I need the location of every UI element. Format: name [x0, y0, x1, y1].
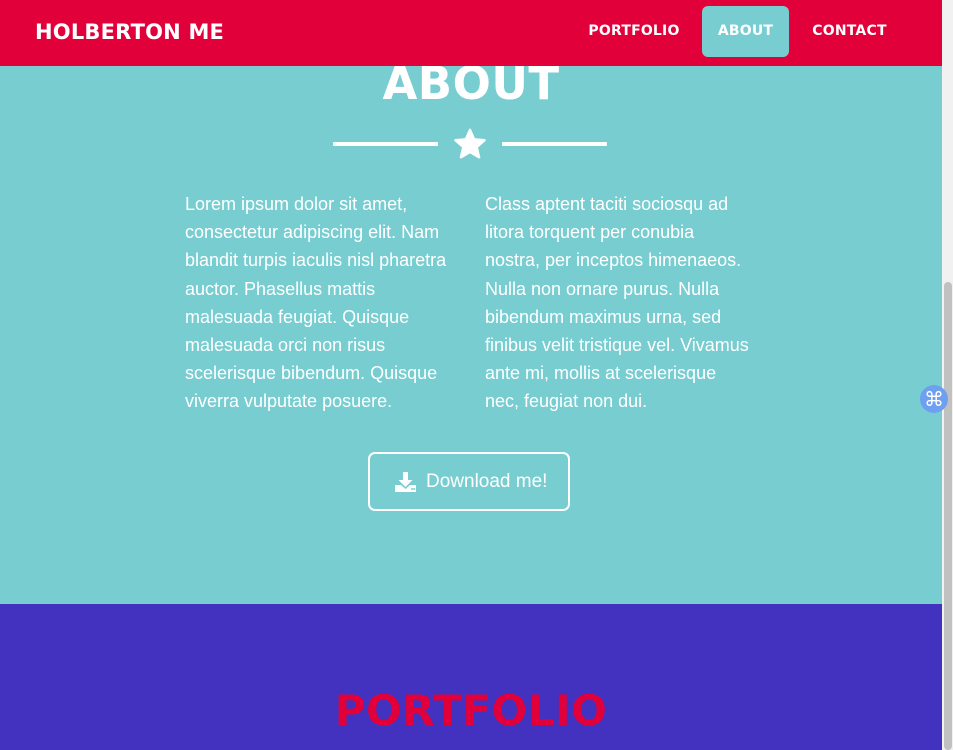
nav-item-about[interactable]: ABOUT: [702, 6, 789, 57]
vertical-scrollbar[interactable]: [942, 0, 953, 750]
nav-item-portfolio[interactable]: PORTFOLIO: [574, 6, 694, 57]
portfolio-title: PORTFOLIO: [334, 686, 608, 735]
download-button[interactable]: Download me!: [368, 452, 570, 511]
scrollbar-thumb[interactable]: [944, 282, 952, 750]
command-icon[interactable]: ⌘: [920, 385, 948, 413]
portfolio-section: PORTFOLIO: [0, 604, 942, 750]
about-text-right: Class aptent taciti sociosqu ad litora t…: [485, 194, 749, 412]
brand-link[interactable]: HOLBERTON ME: [35, 18, 224, 46]
download-icon: [395, 472, 416, 492]
about-text-left: Lorem ipsum dolor sit amet, consectetur …: [185, 194, 447, 412]
about-section: ABOUT Lorem ipsum dolor sit amet, consec…: [0, 0, 942, 604]
download-label: Download me!: [426, 471, 548, 492]
nav-item-contact[interactable]: CONTACT: [797, 6, 902, 57]
navbar: HOLBERTON ME PORTFOLIO ABOUT CONTACT: [0, 0, 942, 66]
divider-line-right: [502, 142, 607, 146]
star-icon: [454, 128, 486, 159]
divider-line-left: [333, 142, 438, 146]
page-viewport: ABOUT Lorem ipsum dolor sit amet, consec…: [0, 0, 942, 750]
